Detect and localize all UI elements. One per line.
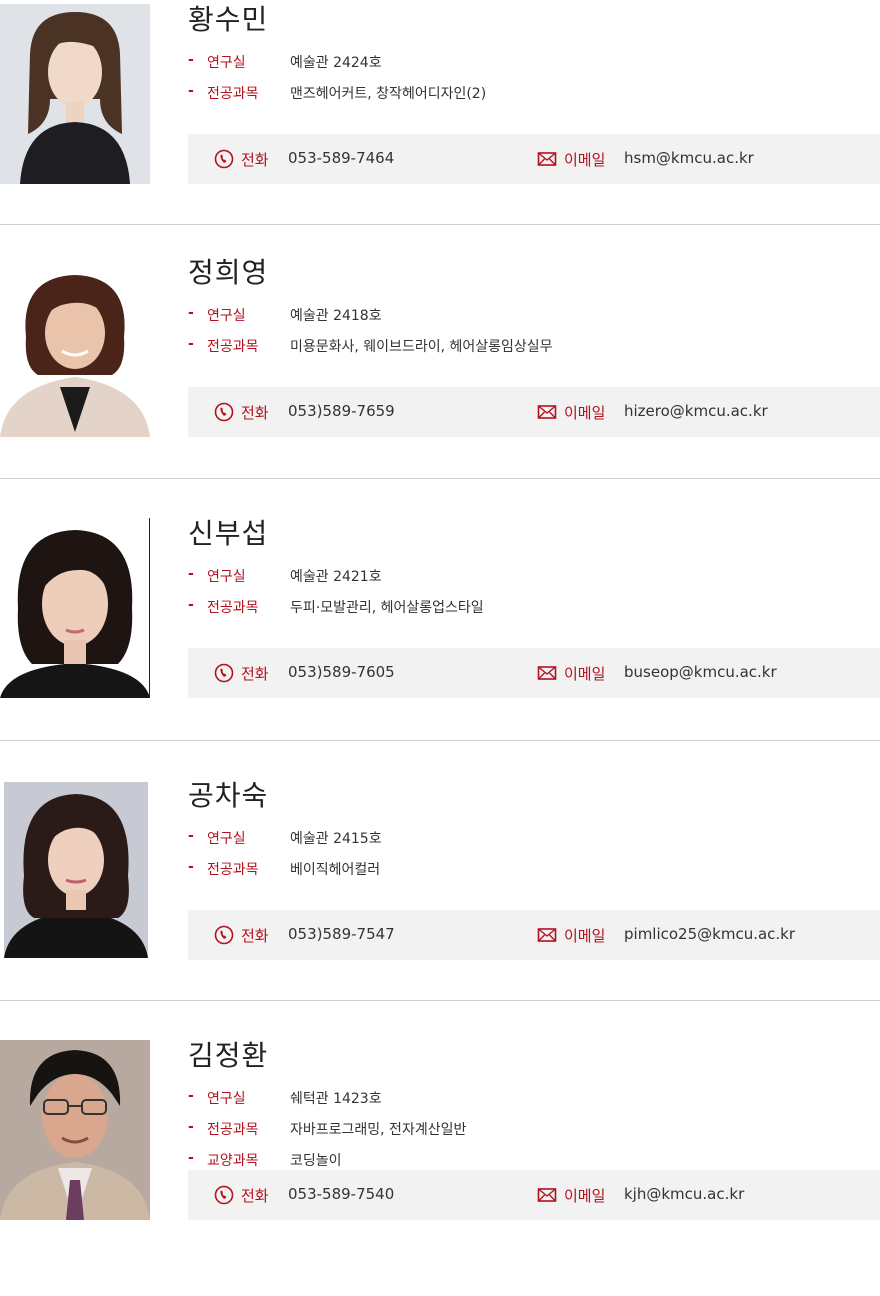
divider [0,478,880,479]
email-value[interactable]: pimlico25@kmcu.ac.kr [624,925,795,943]
office-value: 쉐턱관 1423호 [290,1091,382,1107]
phone-label: 전화 [241,404,269,422]
major-label: 전공과목 [207,1122,259,1138]
phone-value[interactable]: 053-589-7464 [288,149,394,167]
email-label: 이메일 [564,665,606,683]
professor-photo [0,4,150,184]
phone-label: 전화 [241,1187,269,1205]
major-value: 두피·모발관리, 헤어살롱업스타일 [290,600,484,616]
email-value[interactable]: kjh@kmcu.ac.kr [624,1185,744,1203]
bullet-dash: - [188,566,194,582]
office-label: 연구실 [207,55,246,71]
bullet-dash: - [188,1119,194,1135]
major-label: 전공과목 [207,862,259,878]
major-label: 전공과목 [207,86,259,102]
professor-card: 신부섭 - 연구실 예술관 2421호 - 전공과목 두피·모발관리, 헤어살롱… [0,514,880,774]
office-label: 연구실 [207,831,246,847]
office-label: 연구실 [207,569,246,585]
email-icon [537,928,557,942]
major-value: 맨즈헤어커트, 창작헤어디자인(2) [290,86,487,102]
professor-name: 김정환 [188,1039,269,1072]
professor-photo [0,518,150,698]
email-label: 이메일 [564,1187,606,1205]
professor-card: 김정환 - 연구실 쉐턱관 1423호 - 전공과목 자바프로그래밍, 전자계산… [0,1036,880,1296]
phone-label: 전화 [241,151,269,169]
phone-value[interactable]: 053-589-7540 [288,1185,394,1203]
phone-value[interactable]: 053)589-7605 [288,663,395,681]
office-label: 연구실 [207,308,246,324]
email-value[interactable]: hsm@kmcu.ac.kr [624,149,754,167]
divider [0,1000,880,1001]
bullet-dash: - [188,828,194,844]
email-value[interactable]: buseop@kmcu.ac.kr [624,663,777,681]
office-value: 예술관 2415호 [290,831,382,847]
email-label: 이메일 [564,927,606,945]
phone-icon [214,149,234,169]
phone-value[interactable]: 053)589-7547 [288,925,395,943]
professor-photo [0,1040,150,1220]
office-label: 연구실 [207,1091,246,1107]
email-icon [537,1188,557,1202]
divider [0,224,880,225]
general-value: 코딩놀이 [290,1153,342,1169]
email-icon [537,666,557,680]
bullet-dash: - [188,52,194,68]
email-icon [537,405,557,419]
contact-bar: 전화 053)589-7659 이메일 hizero@kmcu.ac.kr [188,387,880,437]
professor-name: 신부섭 [188,517,269,550]
professor-card: 공차숙 - 연구실 예술관 2415호 - 전공과목 베이직헤어컬러 전화 05… [0,776,880,1036]
phone-icon [214,663,234,683]
bullet-dash: - [188,1088,194,1104]
bullet-dash: - [188,859,194,875]
contact-bar: 전화 053)589-7605 이메일 buseop@kmcu.ac.kr [188,648,880,698]
major-value: 베이직헤어컬러 [290,862,381,878]
bullet-dash: - [188,83,194,99]
email-value[interactable]: hizero@kmcu.ac.kr [624,402,768,420]
professor-photo [0,257,150,437]
professor-photo [0,780,150,960]
email-label: 이메일 [564,404,606,422]
major-label: 전공과목 [207,339,259,355]
professor-card: 정희영 - 연구실 예술관 2418호 - 전공과목 미용문화사, 웨이브드라이… [0,253,880,513]
phone-value[interactable]: 053)589-7659 [288,402,395,420]
professor-name: 황수민 [188,3,269,36]
contact-bar: 전화 053-589-7540 이메일 kjh@kmcu.ac.kr [188,1170,880,1220]
contact-bar: 전화 053)589-7547 이메일 pimlico25@kmcu.ac.kr [188,910,880,960]
major-value: 미용문화사, 웨이브드라이, 헤어살롱임상실무 [290,339,553,355]
office-value: 예술관 2418호 [290,308,382,324]
professor-name: 공차숙 [188,779,269,812]
phone-icon [214,402,234,422]
email-label: 이메일 [564,151,606,169]
phone-label: 전화 [241,665,269,683]
bullet-dash: - [188,336,194,352]
professor-name: 정희영 [188,256,269,289]
phone-icon [214,1185,234,1205]
office-value: 예술관 2421호 [290,569,382,585]
contact-bar: 전화 053-589-7464 이메일 hsm@kmcu.ac.kr [188,134,880,184]
general-label: 교양과목 [207,1153,259,1169]
office-value: 예술관 2424호 [290,55,382,71]
email-icon [537,152,557,166]
bullet-dash: - [188,597,194,613]
bullet-dash: - [188,305,194,321]
phone-label: 전화 [241,927,269,945]
phone-icon [214,925,234,945]
professor-card: 황수민 - 연구실 예술관 2424호 - 전공과목 맨즈헤어커트, 창작헤어디… [0,0,880,260]
divider [0,740,880,741]
bullet-dash: - [188,1150,194,1166]
major-label: 전공과목 [207,600,259,616]
major-value: 자바프로그래밍, 전자계산일반 [290,1122,467,1138]
